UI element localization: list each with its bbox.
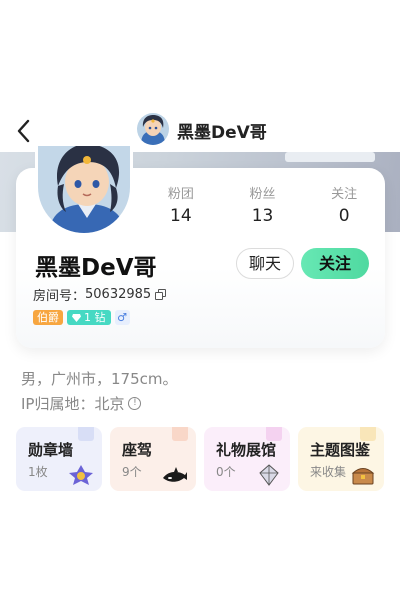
medal-icon (69, 465, 93, 485)
profile-stats: 粉团 14 粉丝 13 关注 0 (140, 183, 385, 226)
stat-value: 14 (170, 206, 192, 226)
cover-decoration (285, 152, 375, 162)
tile-medal-wall[interactable]: 勋章墙 1枚 (16, 427, 102, 491)
gender-male-icon: ♂ (114, 310, 130, 325)
stat-fans[interactable]: 粉丝 13 (222, 183, 304, 226)
stat-fan-group[interactable]: 粉团 14 (140, 183, 222, 226)
stat-value: 13 (251, 206, 274, 226)
ip-location: IP归属地：北京 (21, 395, 125, 413)
tile-theme-collection[interactable]: 主题图鉴 来收集 (298, 427, 384, 491)
tile-subtitle: 来收集 (310, 465, 347, 479)
treasure-chest-icon (351, 468, 375, 485)
stat-label: 粉丝 (249, 187, 276, 202)
stat-label: 关注 (331, 187, 358, 202)
copy-icon[interactable] (155, 289, 167, 300)
info-icon[interactable]: ! (128, 397, 142, 410)
tile-title: 座驾 (122, 441, 153, 459)
profile-bio: 男，广州市，175cm。 (21, 370, 178, 388)
tile-gift-gallery[interactable]: 礼物展馆 0个 (204, 427, 290, 491)
profile-name: 黑墨DeV哥 (35, 255, 157, 281)
ip-location-row: IP归属地：北京 ! (21, 393, 142, 414)
tile-title: 勋章墙 (28, 441, 74, 459)
nav-avatar[interactable] (137, 113, 169, 145)
tile-subtitle: 1枚 (28, 465, 48, 479)
tile-title: 主题图鉴 (310, 441, 371, 459)
orca-icon (163, 467, 187, 482)
tile-subtitle: 0个 (216, 465, 236, 479)
tile-decoration (172, 427, 188, 441)
back-button[interactable] (14, 118, 34, 144)
tile-decoration (78, 427, 94, 441)
room-number: 50632985 (85, 287, 152, 302)
badge-row: 伯爵 1 钻 ♂ (33, 310, 130, 325)
room-number-row: 房间号： 50632985 (33, 285, 167, 304)
rank-badge: 伯爵 (33, 310, 63, 325)
tile-subtitle: 9个 (122, 465, 142, 479)
follow-button[interactable]: 关注 (301, 248, 369, 279)
diamond-badge: 1 钻 (67, 310, 111, 325)
chevron-left-icon (17, 119, 30, 143)
gift-crystal-icon (259, 464, 279, 486)
diamond-icon (72, 313, 81, 322)
stat-following[interactable]: 关注 0 (303, 183, 385, 226)
chat-button[interactable]: 聊天 (236, 248, 294, 279)
page-title: 黑墨DeV哥 (177, 123, 267, 143)
tile-vehicles[interactable]: 座驾 9个 (110, 427, 196, 491)
stat-label: 粉团 (167, 187, 194, 202)
diamond-badge-label: 1 钻 (84, 311, 106, 324)
stat-value: 0 (338, 206, 350, 226)
room-number-label: 房间号： (33, 289, 86, 304)
tile-title: 礼物展馆 (216, 441, 277, 459)
